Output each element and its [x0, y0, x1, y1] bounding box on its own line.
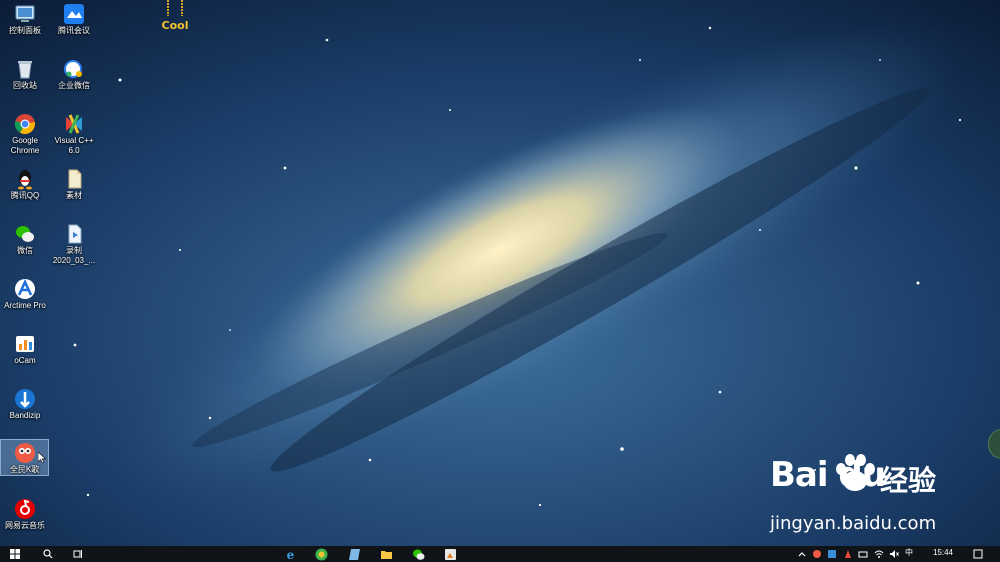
control-panel-icon	[15, 5, 35, 22]
file-icon	[68, 169, 82, 189]
desktop-icon-recycle-bin[interactable]: 回收站	[0, 55, 50, 107]
notepad-icon	[348, 548, 360, 560]
taskbar-wechat[interactable]	[410, 547, 426, 561]
arctime-icon	[15, 279, 35, 299]
paw-icon	[836, 454, 875, 491]
icon-label: 企业微信	[58, 81, 90, 90]
taskbar: e 中 15:44	[0, 546, 1000, 562]
icon-label: 录制 2020_03_...	[52, 246, 96, 265]
qq-icon	[18, 170, 32, 190]
tencent-meeting-icon	[64, 4, 84, 24]
chrome-icon	[14, 114, 35, 134]
windows-start-icon	[10, 549, 20, 559]
visual-cpp-icon	[66, 114, 82, 134]
chevron-up-icon[interactable]	[797, 549, 807, 559]
desktop-icon-arctime[interactable]: Arctime Pro	[0, 275, 50, 327]
taskbar-360-browser[interactable]	[313, 547, 329, 561]
mouse-cursor-icon	[38, 452, 46, 463]
desktop-icon-chrome[interactable]: Google Chrome	[0, 110, 50, 168]
search-button[interactable]	[37, 546, 59, 562]
icon-label: 腾讯会议	[58, 26, 90, 35]
network-icon[interactable]	[874, 549, 884, 559]
taskbar-media-app[interactable]	[442, 547, 458, 561]
desktop-icon-wechat[interactable]: 微信	[0, 220, 50, 272]
watermark-url: jingyan.baidu.com	[770, 513, 937, 534]
kge-icon	[14, 443, 35, 463]
icon-label: 网易云音乐	[5, 521, 45, 530]
task-view-button[interactable]	[67, 546, 89, 562]
start-button[interactable]	[4, 546, 26, 562]
notification-icon[interactable]	[973, 549, 983, 559]
task-view-icon	[73, 550, 82, 558]
taskbar-file-explorer[interactable]	[378, 547, 394, 561]
icon-label: 微信	[17, 246, 33, 255]
icon-label: 腾讯QQ	[10, 191, 40, 200]
desktop-icon-netease-music[interactable]: 网易云音乐	[0, 495, 50, 547]
icon-label: 控制面板	[9, 26, 41, 35]
icon-label: Visual C++ 6.0	[54, 136, 94, 155]
volume-icon[interactable]	[889, 549, 899, 559]
tray-app-icon[interactable]	[858, 549, 868, 559]
icon-label: Google Chrome	[10, 136, 40, 155]
video-file-icon	[68, 224, 82, 244]
desktop-icon-bandizip[interactable]: Bandizip	[0, 385, 50, 437]
netease-music-icon	[15, 499, 35, 519]
search-icon	[43, 549, 53, 559]
cool-sticker-text: Cool	[162, 19, 189, 32]
ie-icon: e	[286, 548, 294, 561]
wechat-icon	[16, 226, 34, 242]
icon-label: 素材	[66, 191, 82, 200]
wecom-icon	[64, 60, 82, 78]
ocam-icon	[16, 336, 34, 352]
ime-indicator[interactable]: 中	[905, 548, 915, 558]
desktop-icon-sucai[interactable]: 素材	[49, 165, 99, 217]
desktop-icon-ocam[interactable]: oCam	[0, 330, 50, 382]
svg-text:e: e	[286, 548, 294, 561]
icon-label: oCam	[14, 356, 36, 365]
wechat-icon	[412, 549, 424, 560]
desktop-icon-visual-cpp[interactable]: Visual C++ 6.0	[49, 110, 99, 168]
taskbar-clock[interactable]: 15:44	[928, 546, 958, 559]
tray-app-icon[interactable]	[812, 549, 822, 559]
icon-label: 全民K歌	[9, 465, 40, 474]
tray-app-icon[interactable]	[843, 549, 853, 559]
icon-label: Arctime Pro	[4, 301, 46, 310]
icon-label: 回收站	[13, 81, 37, 90]
taskbar-notepad[interactable]	[346, 547, 362, 561]
recycle-bin-icon	[18, 61, 32, 79]
bandizip-icon	[15, 389, 35, 409]
tray-app-icon[interactable]	[827, 549, 837, 559]
desktop-icon-recording[interactable]: 录制 2020_03_...	[49, 220, 99, 278]
desktop-icon-control-panel[interactable]: 控制面板	[0, 0, 50, 52]
baidu-watermark: Bai du 经验 jingyan.baidu.com	[770, 454, 970, 545]
file-explorer-icon	[380, 550, 392, 559]
browser-360-icon	[315, 548, 327, 560]
desktop-icon-tencent-meeting[interactable]: 腾讯会议	[49, 0, 99, 52]
icon-label: Bandizip	[9, 411, 41, 420]
desktop-icon-qq[interactable]: 腾讯QQ	[0, 165, 50, 217]
taskbar-ie[interactable]: e	[282, 547, 298, 561]
cool-sticker: Cool	[162, 0, 189, 32]
watermark-chinese-text: 经验	[880, 464, 937, 497]
desktop-icon-wecom[interactable]: 企业微信	[49, 55, 99, 107]
media-icon	[444, 548, 456, 560]
desktop-icon-area: 控制面板 腾讯会议 回收站 企业微信 Google Chrome Visual …	[0, 0, 100, 546]
